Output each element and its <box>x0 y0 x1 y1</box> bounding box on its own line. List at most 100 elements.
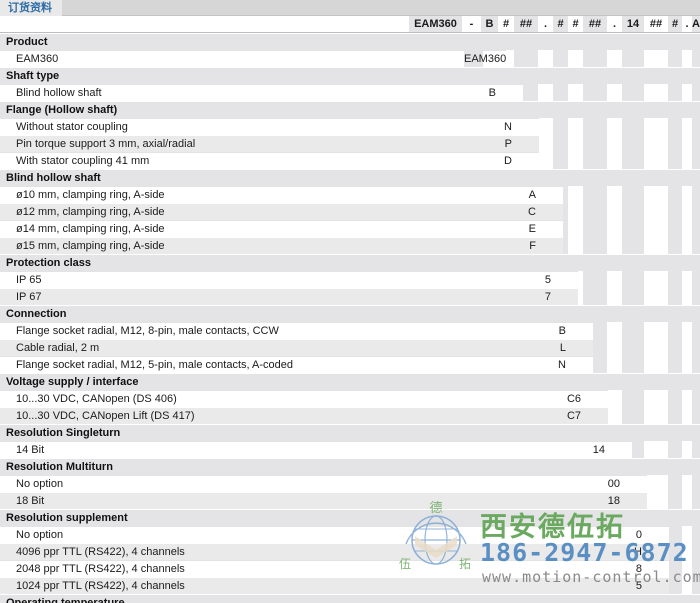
order-code-segment: . <box>607 16 622 32</box>
option-code: 5 <box>544 274 551 286</box>
order-code-segment: B <box>481 16 498 32</box>
option-label: With stator coupling 41 mm <box>16 155 150 167</box>
option-label: ø15 mm, clamping ring, A-side <box>16 240 165 252</box>
option-row[interactable]: With stator coupling 41 mm D <box>0 152 539 169</box>
order-code-segment: ## <box>514 16 538 32</box>
section-header-row: Operating temperature <box>0 594 700 603</box>
option-label: 4096 ppr TTL (RS422), 4 channels <box>16 546 185 558</box>
option-row[interactable]: 4096 ppr TTL (RS422), 4 channels H <box>0 543 669 560</box>
option-code: 14 <box>592 444 605 456</box>
order-code-segment: A <box>692 16 700 32</box>
option-code: C6 <box>566 393 581 405</box>
order-code-segment: # <box>553 16 568 32</box>
section-header-row: Flange (Hollow shaft) <box>0 101 700 118</box>
option-code: C7 <box>566 410 581 422</box>
section-header-row: Product <box>0 33 700 50</box>
option-label: IP 67 <box>16 291 42 303</box>
tab-bar: 订货资料 <box>0 0 700 16</box>
option-code: 18 <box>607 495 620 507</box>
section-header-row: Connection <box>0 305 700 322</box>
option-row[interactable]: 18 Bit 18 <box>0 492 647 509</box>
section-header-row: Resolution Singleturn <box>0 424 700 441</box>
order-code-segment: - <box>462 16 481 32</box>
option-code: F <box>529 240 536 252</box>
option-row[interactable]: Flange socket radial, M12, 5-pin, male c… <box>0 356 593 373</box>
section-title: Product <box>6 36 48 48</box>
option-row[interactable]: No option 0 <box>0 526 669 543</box>
option-label: 10...30 VDC, CANopen Lift (DS 417) <box>16 410 195 422</box>
option-code: N <box>504 121 512 133</box>
option-label: ø10 mm, clamping ring, A-side <box>16 189 165 201</box>
option-code: 7 <box>544 291 551 303</box>
section-header-row: Resolution Multiturn <box>0 458 700 475</box>
option-code: P <box>504 138 512 150</box>
option-row[interactable]: 10...30 VDC, CANopen (DS 406) C6 <box>0 390 608 407</box>
order-code-segment: ## <box>644 16 668 32</box>
option-label: IP 65 <box>16 274 42 286</box>
section-header-row: Voltage supply / interface <box>0 373 700 390</box>
option-label: 1024 ppr TTL (RS422), 4 channels <box>16 580 185 592</box>
option-code: EAM360 <box>464 51 506 68</box>
option-code: E <box>528 223 536 235</box>
order-code-segment: 14 <box>622 16 644 32</box>
section-header-row: Resolution supplement <box>0 509 700 526</box>
option-label: 2048 ppr TTL (RS422), 4 channels <box>16 563 185 575</box>
option-code: 00 <box>607 478 620 490</box>
option-label: 18 Bit <box>16 495 45 507</box>
section-header-row: Protection class <box>0 254 700 271</box>
option-code: H <box>634 546 642 558</box>
section-header-row: Shaft type <box>0 67 700 84</box>
option-code: C <box>528 206 536 218</box>
option-row[interactable]: No option 00 <box>0 475 647 492</box>
option-label: Flange socket radial, M12, 8-pin, male c… <box>16 325 279 337</box>
option-label: EAM360 <box>16 53 59 65</box>
order-code-segment: # <box>568 16 583 32</box>
option-label: 14 Bit <box>16 444 45 456</box>
section-title: Flange (Hollow shaft) <box>6 104 118 116</box>
option-code: A <box>528 189 536 201</box>
option-row[interactable]: ø14 mm, clamping ring, A-side E <box>0 220 563 237</box>
option-label: Without stator coupling <box>16 121 128 133</box>
section-title: Resolution Singleturn <box>6 427 121 439</box>
option-label: Pin torque support 3 mm, axial/radial <box>16 138 196 150</box>
option-row[interactable]: Flange socket radial, M12, 8-pin, male c… <box>0 322 593 339</box>
option-code: 8 <box>635 563 642 575</box>
section-title: Protection class <box>6 257 91 269</box>
section-title: Shaft type <box>6 70 60 82</box>
section-header-row: Blind hollow shaft <box>0 169 700 186</box>
option-label: ø14 mm, clamping ring, A-side <box>16 223 165 235</box>
option-row[interactable]: Cable radial, 2 m L <box>0 339 593 356</box>
option-row[interactable]: 2048 ppr TTL (RS422), 4 channels 8 <box>0 560 669 577</box>
order-code-segment: # <box>668 16 682 32</box>
option-row[interactable]: IP 65 5 <box>0 271 578 288</box>
option-label: Blind hollow shaft <box>16 87 102 99</box>
option-row[interactable]: 1024 ppr TTL (RS422), 4 channels 5 <box>0 577 669 594</box>
option-row[interactable]: Without stator coupling N <box>0 118 539 135</box>
section-title: Voltage supply / interface <box>6 376 139 388</box>
order-code-segment: . <box>538 16 553 32</box>
option-row[interactable]: ø12 mm, clamping ring, A-side C <box>0 203 563 220</box>
option-code: B <box>488 87 496 99</box>
tab-ordering-information[interactable]: 订货资料 <box>0 0 62 16</box>
option-row[interactable]: EAM360 EAM360 <box>0 50 506 68</box>
section-title: Resolution Multiturn <box>6 461 113 473</box>
option-row[interactable]: ø15 mm, clamping ring, A-side F <box>0 237 563 254</box>
option-label: No option <box>16 478 64 490</box>
section-title: Connection <box>6 308 67 320</box>
option-row[interactable]: IP 67 7 <box>0 288 578 305</box>
section-title: Blind hollow shaft <box>6 172 101 184</box>
option-row[interactable]: Blind hollow shaft B <box>0 84 523 101</box>
option-label: Flange socket radial, M12, 5-pin, male c… <box>16 359 293 371</box>
option-code: B <box>558 325 566 337</box>
option-code: 0 <box>635 529 642 541</box>
order-code-header-row: EAM360- B # ##. # # ##. 14 ## #. A <box>0 16 700 33</box>
option-label: 10...30 VDC, CANopen (DS 406) <box>16 393 177 405</box>
option-row[interactable]: ø10 mm, clamping ring, A-side A <box>0 186 563 203</box>
option-code: D <box>504 155 512 167</box>
option-row[interactable]: Pin torque support 3 mm, axial/radial P <box>0 135 539 152</box>
option-row[interactable]: 10...30 VDC, CANopen Lift (DS 417) C7 <box>0 407 608 424</box>
option-row[interactable]: 14 Bit 14 <box>0 441 632 458</box>
section-title: Operating temperature <box>6 597 125 603</box>
order-code-table-page: 订货资料 EAM360- B # ##. # # ##. 14 ## #. A Product EAM… <box>0 0 700 603</box>
ordering-table: EAM360- B # ##. # # ##. 14 ## #. A Product EAM360 EA… <box>0 16 700 603</box>
